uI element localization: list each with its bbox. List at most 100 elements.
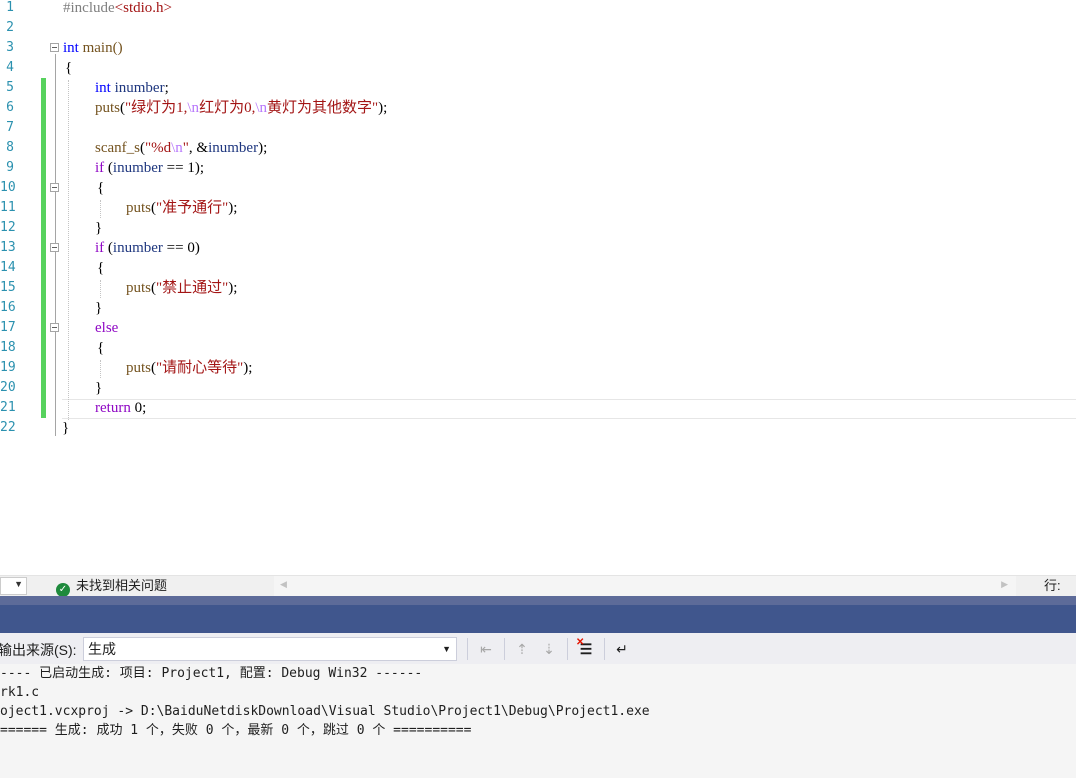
brace: { <box>97 340 105 356</box>
line-number: 15 <box>0 280 16 295</box>
code-line-17[interactable]: 17 else <box>0 318 1076 338</box>
brace: } <box>95 380 103 396</box>
code-line-9[interactable]: 9 if (inumber == 1); <box>0 158 1076 178</box>
code-line-4[interactable]: 4 { <box>0 58 1076 78</box>
scroll-right-icon[interactable]: ▶ <box>1001 579 1008 590</box>
code-line-2[interactable]: 2 <box>0 18 1076 38</box>
string: "%d <box>145 140 172 156</box>
punct: ); <box>228 280 238 296</box>
line-number: 17 <box>0 320 16 335</box>
punct: ); <box>243 360 253 376</box>
code-line-16[interactable]: 16 } <box>0 298 1076 318</box>
change-indicator <box>41 158 46 178</box>
collapse-icon[interactable] <box>50 323 59 332</box>
horizontal-scrollbar[interactable]: ◀ ▶ <box>274 576 1016 596</box>
code-line-7[interactable]: 7 <box>0 118 1076 138</box>
line-number: 5 <box>6 80 14 95</box>
collapse-icon[interactable] <box>50 183 59 192</box>
toolbar-separator <box>567 638 568 660</box>
check-circle-icon: ✓ <box>56 583 70 597</box>
code-line-22[interactable]: 22 } <box>0 418 1076 438</box>
variable: inumber <box>112 240 163 256</box>
line-number: 4 <box>6 60 14 75</box>
variable: inumber <box>110 80 165 96</box>
function-call: puts <box>95 100 121 116</box>
code-line-21[interactable]: 21 return 0; <box>0 398 1076 418</box>
code-line-13[interactable]: 13 if (inumber == 0) <box>0 238 1076 258</box>
include-header: <stdio.h> <box>114 0 172 16</box>
punct: ; <box>164 80 169 96</box>
find-message-icon[interactable]: ⇤ <box>476 639 496 659</box>
toolbar-separator <box>467 638 468 660</box>
line-number: 13 <box>0 240 16 255</box>
code-line-11[interactable]: 11 puts("准予通行"); <box>0 198 1076 218</box>
collapse-icon[interactable] <box>50 43 59 52</box>
change-indicator <box>41 378 46 398</box>
change-indicator <box>41 338 46 358</box>
keyword-int: int <box>95 80 111 96</box>
brace: } <box>62 420 70 436</box>
word-wrap-icon[interactable]: ↵ <box>612 639 632 659</box>
string: 红灯为0, <box>199 100 256 116</box>
code-line-3[interactable]: 3 int main() <box>0 38 1076 58</box>
output-source-label: 输出来源(S): <box>0 642 77 658</box>
function-call: puts <box>126 200 152 216</box>
code-line-12[interactable]: 12 } <box>0 218 1076 238</box>
punct: == 0) <box>162 240 200 256</box>
clear-all-icon[interactable]: ☰ ✕ <box>576 637 596 659</box>
line-number: 2 <box>6 20 14 35</box>
code-editor[interactable]: 1 #include<stdio.h> 2 3 int main() 4 { 5… <box>0 0 1076 575</box>
line-number: 3 <box>6 40 14 55</box>
line-number: 22 <box>0 420 16 435</box>
issues-indicator[interactable]: ✓ 未找到相关问题 <box>56 576 168 597</box>
code-line-6[interactable]: 6 puts("绿灯为1,\n红灯为0,\n黄灯为其他数字"); <box>0 98 1076 118</box>
dropdown-arrow-icon: ▼ <box>14 579 23 589</box>
output-line: ---- 已启动生成: 项目: Project1, 配置: Debug Win3… <box>0 666 423 681</box>
prev-message-icon[interactable]: ⇡ <box>512 639 532 659</box>
change-indicator <box>41 358 46 378</box>
code-line-15[interactable]: 15 puts("禁止通过"); <box>0 278 1076 298</box>
change-indicator <box>41 198 46 218</box>
function-call: puts <box>126 360 152 376</box>
output-line: oject1.vcxproj -> D:\BaiduNetdiskDownloa… <box>0 704 650 719</box>
code-line-1[interactable]: 1 #include<stdio.h> <box>0 0 1076 18</box>
change-indicator <box>41 258 46 278</box>
punct: , & <box>188 140 209 156</box>
zoom-dropdown[interactable]: ▼ <box>0 577 27 595</box>
string: "准予通行" <box>156 200 229 216</box>
punct: ); <box>228 200 238 216</box>
output-source-value: 生成 <box>88 641 116 657</box>
keyword-int: int <box>63 40 79 56</box>
collapse-icon[interactable] <box>50 243 59 252</box>
brace: { <box>97 260 105 276</box>
preprocessor-directive: #include <box>63 0 115 16</box>
code-line-10[interactable]: 10 { <box>0 178 1076 198</box>
next-message-icon[interactable]: ⇣ <box>539 639 559 659</box>
scroll-left-icon[interactable]: ◀ <box>280 579 287 590</box>
change-indicator <box>41 238 46 258</box>
code-line-20[interactable]: 20 } <box>0 378 1076 398</box>
output-source-select[interactable]: 生成 ▼ <box>83 637 457 661</box>
change-indicator <box>41 98 46 118</box>
line-number: 11 <box>0 200 16 215</box>
punct: ); <box>378 100 388 116</box>
code-line-8[interactable]: 8 scanf_s("%d\n", &inumber); <box>0 138 1076 158</box>
line-number: 19 <box>0 360 16 375</box>
issues-text: 未找到相关问题 <box>76 578 168 593</box>
string: "绿灯为1, <box>125 100 188 116</box>
keyword-else: else <box>95 320 119 336</box>
function-call: scanf_s <box>95 140 140 156</box>
punct: 0; <box>130 400 147 416</box>
escape: \n <box>187 100 200 116</box>
line-number: 9 <box>6 160 14 175</box>
string: "请耐心等待" <box>156 360 244 376</box>
code-line-14[interactable]: 14 { <box>0 258 1076 278</box>
code-line-18[interactable]: 18 { <box>0 338 1076 358</box>
output-text-area[interactable]: ---- 已启动生成: 项目: Project1, 配置: Debug Win3… <box>0 664 1076 778</box>
code-line-5[interactable]: 5 int inumber; <box>0 78 1076 98</box>
code-line-19[interactable]: 19 puts("请耐心等待"); <box>0 358 1076 378</box>
toolbar-separator <box>604 638 605 660</box>
dropdown-arrow-icon: ▼ <box>442 644 451 654</box>
change-indicator <box>41 298 46 318</box>
line-number: 10 <box>0 180 16 195</box>
